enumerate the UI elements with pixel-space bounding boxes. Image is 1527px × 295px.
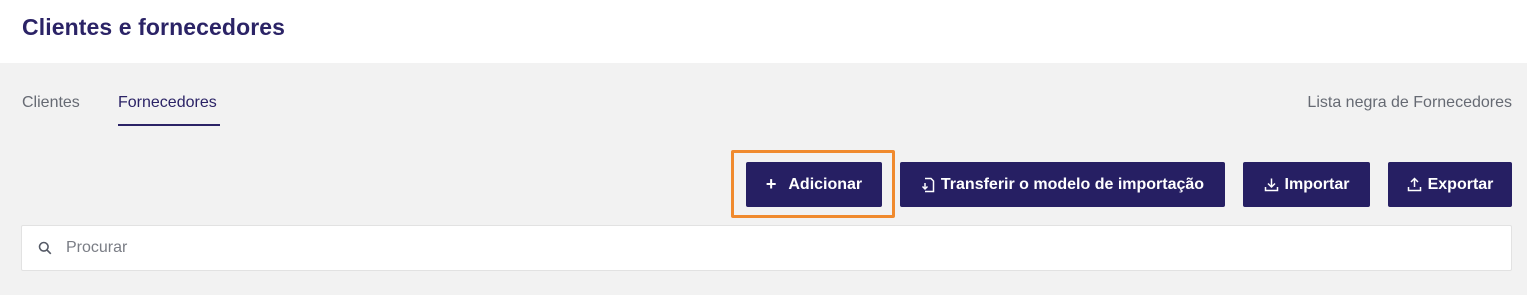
supplier-blacklist-link[interactable]: Lista negra de Fornecedores — [1307, 94, 1512, 112]
file-transfer-icon — [921, 177, 935, 193]
import-button-label: Importar — [1284, 175, 1350, 193]
page-header: Clientes e fornecedores — [0, 0, 1527, 63]
download-import-template-button[interactable]: Transferir o modelo de importação — [900, 162, 1225, 207]
export-button-label: Exportar — [1427, 175, 1494, 193]
template-button-label: Transferir o modelo de importação — [940, 175, 1205, 193]
plus-icon: + — [765, 174, 777, 194]
tab-clientes[interactable]: Clientes — [22, 94, 80, 112]
import-button[interactable]: Importar — [1243, 162, 1370, 207]
upload-icon — [1407, 177, 1422, 192]
add-button[interactable]: + Adicionar — [746, 162, 882, 207]
page-title: Clientes e fornecedores — [22, 14, 286, 40]
search-icon — [38, 241, 52, 255]
search-bar — [21, 225, 1512, 271]
tab-fornecedores[interactable]: Fornecedores — [118, 94, 217, 112]
active-tab-indicator — [118, 124, 220, 126]
download-icon — [1264, 177, 1279, 192]
export-button[interactable]: Exportar — [1388, 162, 1512, 207]
add-button-label: Adicionar — [788, 175, 863, 193]
search-input[interactable] — [66, 239, 1446, 257]
